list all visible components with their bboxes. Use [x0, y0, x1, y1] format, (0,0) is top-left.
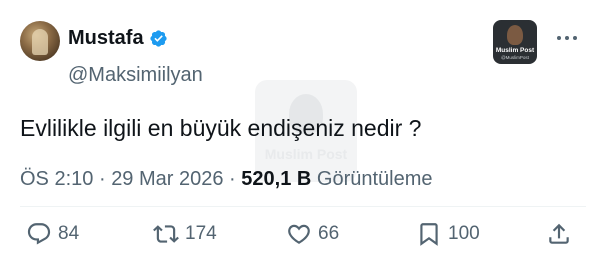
tweet-card: Mustafa @Maksimiilyan Muslim Post @Musli…	[0, 0, 606, 275]
bookmark-button[interactable]: 100	[416, 221, 480, 247]
logo-portrait	[507, 25, 523, 45]
muslim-post-logo[interactable]: Muslim Post @MuslimPost	[493, 20, 537, 64]
repost-icon	[153, 225, 179, 243]
meta-separator: ·	[229, 168, 236, 190]
like-button[interactable]: 66	[286, 221, 339, 247]
display-name-link[interactable]: Mustafa	[68, 26, 168, 50]
tweet-text: Evlilikle ilgili en büyük endişeniz nedi…	[20, 115, 422, 141]
more-icon[interactable]	[553, 28, 581, 48]
avatar-figure	[32, 29, 48, 55]
views-label: Görüntüleme	[316, 168, 433, 190]
author-block: Mustafa	[68, 26, 168, 50]
like-count: 66	[318, 223, 340, 244]
watermark-label: Muslim Post	[264, 146, 348, 162]
share-icon	[549, 223, 569, 244]
like-icon	[288, 224, 310, 244]
views-count: 520,1 B	[241, 168, 312, 190]
bookmark-count: 100	[448, 223, 480, 244]
tweet-date[interactable]: 29 Mar 2026	[111, 168, 223, 190]
avatar[interactable]	[20, 21, 60, 61]
tweet-meta: ÖS 2:10 · 29 Mar 2026 · 520,1 B Görüntül…	[20, 166, 433, 192]
logo-sub: @MuslimPost	[501, 55, 529, 60]
verified-icon	[149, 29, 167, 47]
repost-count: 174	[185, 223, 217, 244]
reply-count: 84	[58, 223, 80, 244]
bookmark-icon	[420, 223, 438, 246]
divider	[20, 206, 586, 207]
reply-icon	[27, 223, 51, 245]
reply-button[interactable]: 84	[26, 221, 79, 247]
display-name: Mustafa	[68, 27, 144, 49]
share-button[interactable]	[546, 221, 572, 247]
logo-label: Muslim Post	[495, 47, 535, 54]
repost-button[interactable]: 174	[153, 221, 217, 247]
tweet-time[interactable]: ÖS 2:10	[20, 168, 93, 190]
handle[interactable]: @Maksimiilyan	[68, 63, 203, 87]
meta-separator: ·	[98, 168, 106, 190]
